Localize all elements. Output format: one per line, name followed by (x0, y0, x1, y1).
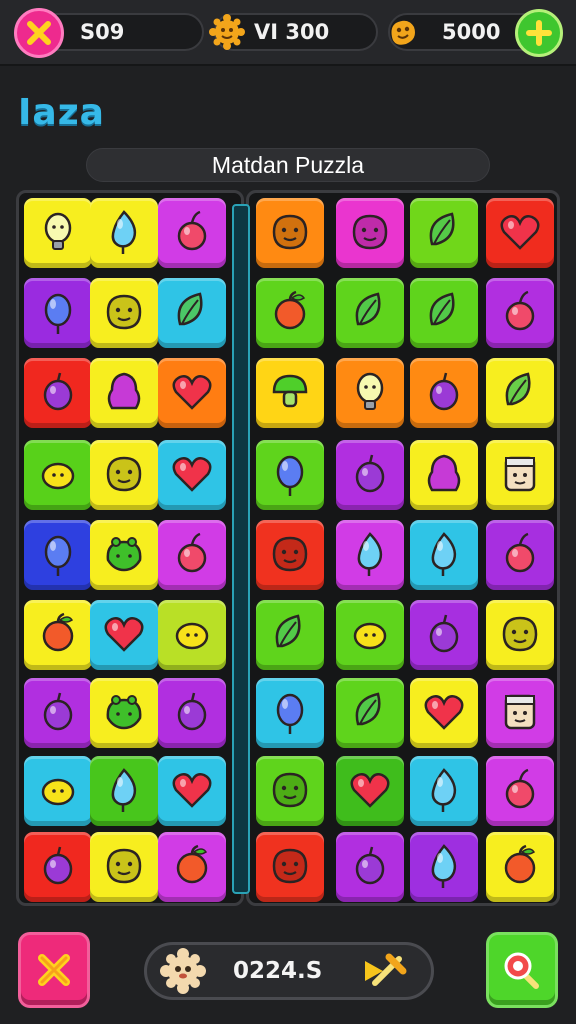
hint-button[interactable] (486, 932, 558, 1008)
board-tile[interactable] (24, 832, 92, 902)
board-tile[interactable] (24, 440, 92, 510)
board-tile[interactable] (336, 440, 404, 510)
board-tile[interactable] (158, 600, 226, 670)
board-tile[interactable] (336, 600, 404, 670)
shuffle-button[interactable] (18, 932, 90, 1008)
board-tile[interactable] (24, 756, 92, 826)
score-panel: 0224.S (144, 942, 434, 1000)
plus-icon (526, 20, 552, 46)
board-tile[interactable] (410, 198, 478, 268)
board-tile[interactable] (336, 520, 404, 590)
magnifier-icon (504, 952, 539, 989)
board-tile[interactable] (486, 278, 554, 348)
board-tile[interactable] (90, 198, 158, 268)
board-tile[interactable] (24, 600, 92, 670)
board-tile[interactable] (158, 440, 226, 510)
board-tile[interactable] (158, 358, 226, 428)
board-tile[interactable] (24, 520, 92, 590)
close-button[interactable] (14, 8, 64, 58)
x-icon (38, 954, 70, 986)
board-tile[interactable] (486, 756, 554, 826)
board-tile[interactable] (410, 440, 478, 510)
lives-value: S09 (80, 20, 125, 44)
board-tile[interactable] (410, 358, 478, 428)
board-tile[interactable] (256, 198, 324, 268)
score-value: 0224.S (233, 958, 323, 984)
board-tile[interactable] (486, 440, 554, 510)
board-tile[interactable] (256, 278, 324, 348)
board-tile[interactable] (256, 832, 324, 902)
board-tile[interactable] (256, 520, 324, 590)
add-currency-button[interactable] (515, 9, 563, 57)
board-tile[interactable] (336, 358, 404, 428)
gems-value: 5000 (442, 20, 501, 44)
board-tile[interactable] (158, 678, 226, 748)
board-tile[interactable] (410, 756, 478, 826)
board-tile[interactable] (486, 358, 554, 428)
board-tile[interactable] (410, 278, 478, 348)
hammer-icon[interactable] (361, 951, 407, 991)
board-tile[interactable] (90, 756, 158, 826)
board-tile[interactable] (410, 678, 478, 748)
board-tile[interactable] (410, 832, 478, 902)
board-tile[interactable] (256, 600, 324, 670)
board-tile[interactable] (24, 198, 92, 268)
board-tile[interactable] (90, 832, 158, 902)
board-tile[interactable] (256, 440, 324, 510)
board-tile[interactable] (90, 678, 158, 748)
board-tile[interactable] (24, 358, 92, 428)
board-tile[interactable] (158, 520, 226, 590)
board-tile[interactable] (336, 198, 404, 268)
board-tile[interactable] (158, 278, 226, 348)
game-screen: S09 VI 300 5000 Іaza Matdan Puzzla 0224.… (0, 0, 576, 1024)
board-tile[interactable] (486, 832, 554, 902)
board-tile[interactable] (256, 358, 324, 428)
cookie-icon (157, 945, 209, 997)
board-tile[interactable] (256, 756, 324, 826)
board-tile[interactable] (336, 678, 404, 748)
board-tile[interactable] (486, 678, 554, 748)
level-title: Matdan Puzzla (86, 148, 490, 182)
board-tile[interactable] (90, 278, 158, 348)
board-tile[interactable] (256, 678, 324, 748)
board-tile[interactable] (158, 198, 226, 268)
board-tile[interactable] (24, 278, 92, 348)
sun-coin-icon (208, 13, 246, 51)
board-divider (232, 204, 250, 894)
board-tile[interactable] (486, 198, 554, 268)
bean-icon (386, 15, 420, 49)
x-icon (27, 21, 51, 45)
board-tile[interactable] (336, 756, 404, 826)
coins-value: VI 300 (254, 20, 330, 44)
board-tile[interactable] (486, 520, 554, 590)
game-logo: Іaza (18, 92, 105, 133)
board-tile[interactable] (336, 278, 404, 348)
board-tile[interactable] (24, 678, 92, 748)
board-tile[interactable] (486, 600, 554, 670)
board-tile[interactable] (90, 520, 158, 590)
board-tile[interactable] (410, 600, 478, 670)
board-tile[interactable] (90, 358, 158, 428)
board-tile[interactable] (90, 440, 158, 510)
board-tile[interactable] (158, 832, 226, 902)
board-tile[interactable] (158, 756, 226, 826)
top-bar: S09 VI 300 5000 (0, 0, 576, 66)
board-tile[interactable] (90, 600, 158, 670)
board-tile[interactable] (410, 520, 478, 590)
board-tile[interactable] (336, 832, 404, 902)
